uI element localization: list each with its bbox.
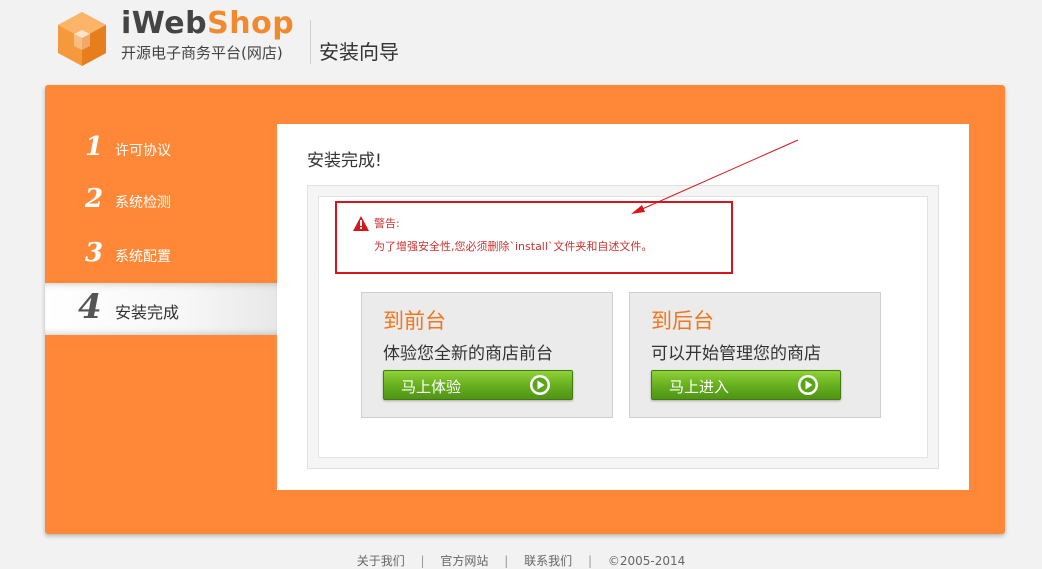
footer-separator: |	[504, 554, 509, 568]
step-label: 安装完成	[115, 303, 180, 322]
go-backend-button-label: 马上进入	[669, 378, 730, 396]
footer-link-contact[interactable]: 联系我们	[524, 554, 572, 568]
step-number: 2	[85, 184, 104, 214]
install-complete-title: 安装完成!	[307, 151, 382, 171]
frontend-card-desc: 体验您全新的商店前台	[383, 344, 553, 364]
brand-name-part2: Shop	[207, 6, 295, 41]
footer-separator: |	[420, 554, 425, 568]
result-inner: 警告: 为了增强安全性,您必须删除`install`文件夹和自述文件。 到前台 …	[318, 196, 928, 458]
step-system-config: 3 系统配置	[45, 230, 277, 282]
warning-triangle-icon	[353, 216, 369, 231]
warning-message: 为了增强安全性,您必须删除`install`文件夹和自述文件。	[374, 240, 653, 253]
footer-copyright: ©2005-2014	[607, 554, 686, 568]
step-install-complete: 4 安装完成	[45, 283, 277, 335]
backend-card-title: 到后台	[651, 309, 714, 333]
go-backend-button[interactable]: 马上进入	[651, 370, 841, 400]
footer-separator: |	[587, 554, 593, 568]
frontend-card: 到前台 体验您全新的商店前台 马上体验	[361, 292, 613, 418]
warning-label: 警告:	[374, 217, 400, 230]
brand-tagline: 开源电子商务平台(网店)	[121, 44, 283, 62]
warning-box: 警告: 为了增强安全性,您必须删除`install`文件夹和自述文件。	[335, 201, 733, 274]
frontend-card-title: 到前台	[383, 309, 446, 333]
step-number: 3	[85, 238, 104, 268]
footer-link-about[interactable]: 关于我们	[357, 554, 405, 568]
footer-link-official[interactable]: 官方网站	[440, 554, 488, 568]
step-system-check: 2 系统检测	[45, 176, 277, 228]
header-divider	[310, 20, 311, 64]
step-number: 4	[78, 287, 102, 327]
brand-name: iWebShop	[121, 6, 294, 42]
backend-card-desc: 可以开始管理您的商店	[651, 344, 821, 364]
go-frontend-button[interactable]: 马上体验	[383, 370, 573, 400]
brand-name-part1: iWeb	[121, 6, 208, 41]
step-label: 许可协议	[115, 143, 171, 159]
step-label: 系统配置	[115, 249, 171, 265]
result-container: 警告: 为了增强安全性,您必须删除`install`文件夹和自述文件。 到前台 …	[307, 185, 939, 469]
backend-card: 到后台 可以开始管理您的商店 马上进入	[629, 292, 881, 418]
step-label: 系统检测	[115, 195, 171, 211]
cube-logo-icon	[58, 12, 106, 66]
step-number: 1	[85, 132, 104, 162]
go-frontend-button-label: 马上体验	[401, 378, 462, 396]
footer: 关于我们 | 官方网站 | 联系我们 | ©2005-2014	[0, 552, 1042, 569]
step-license: 1 许可协议	[45, 124, 277, 176]
play-circle-icon	[798, 375, 818, 395]
page-title: 安装向导	[319, 40, 399, 64]
install-wizard-panel: 1 许可协议 2 系统检测 3 系统配置 4 安装完成 安装完成! 警告: 为了…	[45, 85, 1005, 534]
play-circle-icon	[530, 375, 550, 395]
content-area: 安装完成! 警告: 为了增强安全性,您必须删除`install`文件夹和自述文件…	[277, 124, 969, 490]
